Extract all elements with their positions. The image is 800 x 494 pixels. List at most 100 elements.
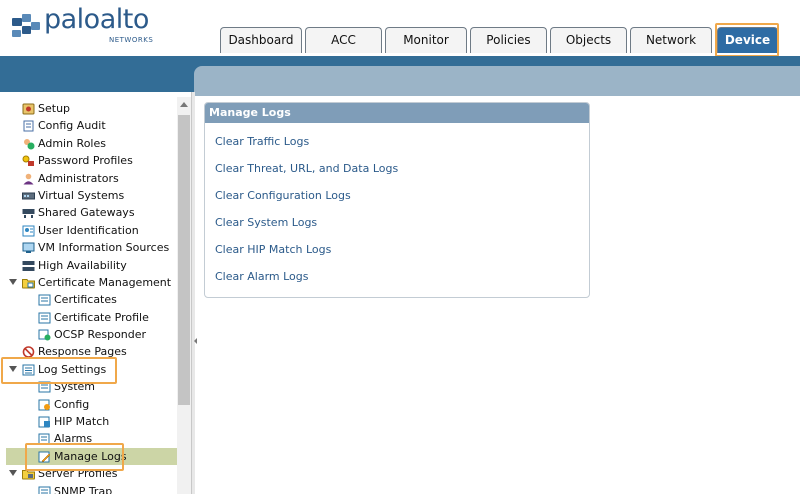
sidebar-item-system[interactable]: System: [6, 378, 177, 395]
sidebar-item-label: High Availability: [38, 258, 127, 272]
clear-system-logs-link[interactable]: Clear System Logs: [215, 214, 589, 241]
sidebar-item-high-availability[interactable]: High Availability: [6, 257, 177, 274]
clear-hip-match-logs-link[interactable]: Clear HIP Match Logs: [215, 241, 589, 268]
sidebar-item-config[interactable]: Config: [6, 396, 177, 413]
sidebar-item-label: Alarms: [54, 432, 93, 446]
tab-dashboard[interactable]: Dashboard: [220, 27, 302, 53]
sidebar-item-password-profiles[interactable]: Password Profiles: [6, 152, 177, 169]
config-icon: [38, 399, 50, 411]
response-pages-icon: [22, 346, 35, 359]
sidebar-item-label: Config Audit: [38, 119, 106, 133]
certificate-management-icon: [22, 278, 35, 289]
sidebar-item-config-audit[interactable]: Config Audit: [6, 117, 177, 134]
virtual-systems-icon: [22, 192, 35, 200]
sidebar-item-label: Admin Roles: [38, 136, 106, 150]
sidebar-item-administrators[interactable]: Administrators: [6, 170, 177, 187]
tab-acc[interactable]: ACC: [305, 27, 382, 53]
expand-arrow-icon[interactable]: [9, 470, 17, 477]
sidebar-item-label: Certificates: [54, 293, 117, 307]
sidebar-item-label: VM Information Sources: [38, 241, 170, 255]
log-settings-icon: [22, 364, 35, 376]
snmp-trap-icon: [38, 486, 51, 494]
sidebar-item-label: Certificate Profile: [54, 310, 149, 324]
password-profiles-icon: [22, 155, 34, 167]
device-tree: Setup Config Audit Admin Roles Password …: [6, 100, 177, 494]
clear-traffic-logs-link[interactable]: Clear Traffic Logs: [215, 133, 589, 160]
sidebar-item-label: Password Profiles: [38, 154, 133, 168]
sidebar-item-setup[interactable]: Setup: [6, 100, 177, 117]
sidebar-item-ocsp-responder[interactable]: OCSP Responder: [6, 326, 177, 343]
sidebar-item-label: Config: [54, 397, 90, 411]
sidebar-item-certificate-management[interactable]: Certificate Management: [6, 274, 177, 291]
panel-title: Manage Logs: [205, 103, 589, 123]
sidebar-item-server-profiles[interactable]: Server Profiles: [6, 465, 177, 482]
tab-device[interactable]: Device: [717, 27, 778, 53]
sidebar-item-manage-logs[interactable]: Manage Logs: [6, 447, 177, 466]
vm-info-icon: [22, 242, 35, 254]
sidebar-item-label: Shared Gateways: [38, 206, 135, 220]
sidebar-item-label: System: [54, 380, 96, 394]
hip-match-icon: [38, 416, 50, 428]
sidebar-item-hip-match[interactable]: HIP Match: [6, 413, 177, 430]
pane-splitter[interactable]: [192, 92, 195, 494]
server-profiles-icon: [22, 470, 35, 480]
tab-policies[interactable]: Policies: [470, 27, 547, 53]
setup-icon: [22, 103, 35, 115]
manage-logs-panel: Manage Logs Clear Traffic Logs Clear Thr…: [204, 102, 590, 298]
collapse-arrow-icon[interactable]: [194, 338, 197, 344]
sidebar-item-label: SNMP Trap: [54, 484, 113, 494]
panel-links: Clear Traffic Logs Clear Threat, URL, an…: [205, 123, 589, 295]
high-availability-icon: [22, 260, 35, 271]
expand-arrow-icon[interactable]: [9, 365, 17, 372]
paloalto-logo-icon: [12, 14, 40, 37]
ocsp-responder-icon: [38, 329, 51, 341]
sidebar-item-response-pages[interactable]: Response Pages: [6, 343, 177, 360]
sidebar-item-label: User Identification: [38, 223, 139, 237]
sidebar: Setup Config Audit Admin Roles Password …: [0, 92, 192, 494]
clear-threat-url-data-logs-link[interactable]: Clear Threat, URL, and Data Logs: [215, 160, 589, 187]
config-audit-icon: [23, 120, 34, 132]
tab-objects[interactable]: Objects: [550, 27, 627, 53]
sidebar-item-label: Administrators: [38, 171, 119, 185]
sidebar-item-vm-information-sources[interactable]: VM Information Sources: [6, 239, 177, 256]
sidebar-item-label: Virtual Systems: [38, 188, 125, 202]
brand-name: paloalto: [44, 4, 149, 35]
sidebar-item-label: Setup: [38, 102, 71, 115]
tab-monitor[interactable]: Monitor: [385, 27, 467, 53]
scroll-up-icon[interactable]: [180, 102, 188, 107]
sidebar-item-shared-gateways[interactable]: Shared Gateways: [6, 204, 177, 221]
sidebar-item-virtual-systems[interactable]: Virtual Systems: [6, 187, 177, 204]
alarms-icon: [38, 433, 50, 445]
sidebar-item-alarms[interactable]: Alarms: [6, 430, 177, 447]
brand-sub: NETWORKS: [109, 36, 154, 44]
sidebar-item-label: Manage Logs: [54, 449, 127, 463]
sidebar-item-label: OCSP Responder: [54, 328, 147, 342]
clear-configuration-logs-link[interactable]: Clear Configuration Logs: [215, 187, 589, 214]
administrators-icon: [23, 173, 34, 185]
content-header-bar: [194, 66, 800, 96]
system-icon: [38, 381, 51, 393]
header: paloalto NETWORKS Dashboard ACC Monitor …: [0, 0, 800, 57]
sidebar-item-user-identification[interactable]: User Identification: [6, 222, 177, 239]
sidebar-scrollbar[interactable]: [177, 97, 191, 494]
certificate-profile-icon: [38, 312, 51, 324]
expand-arrow-icon[interactable]: [9, 278, 17, 285]
sidebar-item-log-settings[interactable]: Log Settings: [6, 361, 177, 378]
user-identification-icon: [22, 225, 35, 237]
sidebar-item-label: Log Settings: [38, 362, 107, 376]
sidebar-item-snmp-trap[interactable]: SNMP Trap: [6, 483, 177, 494]
paloalto-logo: paloalto NETWORKS: [12, 4, 154, 46]
admin-roles-icon: [24, 138, 35, 150]
tab-network[interactable]: Network: [630, 27, 712, 53]
sidebar-item-label: Server Profiles: [38, 467, 118, 481]
certificates-icon: [38, 294, 51, 306]
sidebar-item-admin-roles[interactable]: Admin Roles: [6, 135, 177, 152]
sidebar-item-certificate-profile[interactable]: Certificate Profile: [6, 309, 177, 326]
sidebar-item-certificates[interactable]: Certificates: [6, 291, 177, 308]
sidebar-item-label: Response Pages: [38, 345, 127, 359]
manage-logs-icon: [38, 451, 51, 463]
sidebar-item-label: Certificate Management: [38, 275, 172, 289]
sidebar-item-label: HIP Match: [54, 415, 110, 429]
clear-alarm-logs-link[interactable]: Clear Alarm Logs: [215, 268, 589, 295]
scroll-thumb[interactable]: [178, 115, 190, 405]
